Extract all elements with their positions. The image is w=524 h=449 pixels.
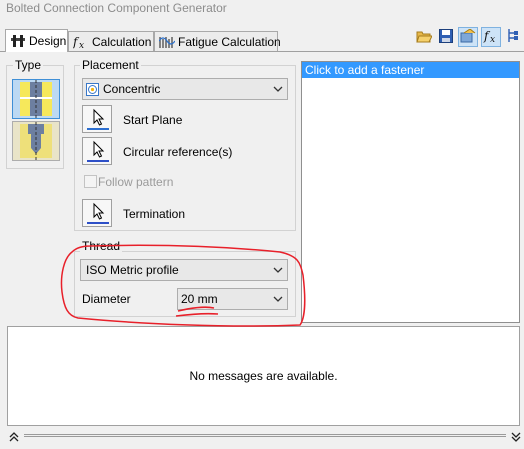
save-button[interactable]	[436, 27, 456, 47]
calculation-icon: fx	[72, 35, 89, 51]
placement-type-value: Concentric	[103, 82, 161, 96]
settings-button[interactable]	[458, 27, 478, 47]
open-folder-icon	[416, 29, 433, 46]
function-button[interactable]: fx	[481, 27, 501, 47]
double-chevron-down-icon	[511, 431, 521, 445]
type-group-label: Type	[13, 58, 44, 72]
tab-label: Design	[29, 34, 67, 48]
placement-type-combo[interactable]: Concentric	[82, 78, 288, 100]
thread-profile-value: ISO Metric profile	[86, 263, 179, 277]
chevron-down-icon	[269, 267, 287, 273]
placement-group-label: Placement	[80, 58, 141, 72]
start-plane-label: Start Plane	[123, 113, 183, 127]
chevron-down-icon	[269, 86, 287, 92]
blind-hole-icon	[13, 122, 59, 163]
termination-select-button[interactable]	[82, 199, 112, 227]
splitter-grip	[24, 434, 506, 437]
settings-icon	[460, 27, 476, 46]
through-bolt-type-button[interactable]	[12, 79, 60, 119]
no-messages-text: No messages are available.	[189, 369, 338, 383]
save-icon	[439, 28, 453, 46]
svg-text:x: x	[79, 41, 84, 49]
circular-reference-label: Circular reference(s)	[123, 145, 233, 159]
concentric-icon	[83, 82, 101, 96]
window-title: Bolted Connection Component Generator	[6, 1, 227, 15]
open-button[interactable]	[414, 27, 434, 47]
svg-text:x: x	[490, 35, 495, 43]
tab-fatigue-calculation[interactable]: Fatigue Calculation	[154, 31, 281, 52]
circular-reference-select-button[interactable]	[82, 137, 112, 165]
thread-group-label: Thread	[80, 239, 123, 253]
fatigue-icon	[158, 35, 176, 49]
design-icon	[10, 34, 26, 48]
tree-button[interactable]	[503, 27, 523, 47]
blind-bolt-type-button[interactable]	[12, 121, 60, 161]
message-pane: No messages are available.	[7, 326, 520, 426]
diameter-value: 20 mm	[181, 292, 218, 306]
follow-pattern-checkbox[interactable]	[84, 175, 97, 188]
fastener-list[interactable]: Click to add a fastener	[301, 61, 520, 323]
tab-strip-divider	[0, 51, 524, 52]
diameter-combo[interactable]: 20 mm	[177, 288, 288, 310]
tab-calculation[interactable]: fx Calculation	[68, 31, 154, 52]
thread-profile-combo[interactable]: ISO Metric profile	[80, 259, 288, 281]
termination-label: Termination	[123, 207, 186, 221]
tab-label: Calculation	[92, 35, 152, 49]
bottom-splitter-bar[interactable]	[0, 429, 524, 449]
tab-design[interactable]: Design	[5, 29, 68, 52]
start-plane-select-button[interactable]	[82, 105, 112, 133]
diameter-label: Diameter	[82, 292, 131, 306]
tab-label: Fatigue Calculation	[178, 35, 281, 49]
chevron-down-icon	[269, 296, 287, 302]
double-chevron-up-icon	[9, 431, 19, 445]
function-icon: fx	[483, 29, 499, 46]
through-hole-icon	[13, 80, 59, 121]
follow-pattern-label: Follow pattern	[98, 175, 174, 189]
tree-icon	[506, 28, 520, 47]
add-fastener-item[interactable]: Click to add a fastener	[302, 62, 519, 78]
